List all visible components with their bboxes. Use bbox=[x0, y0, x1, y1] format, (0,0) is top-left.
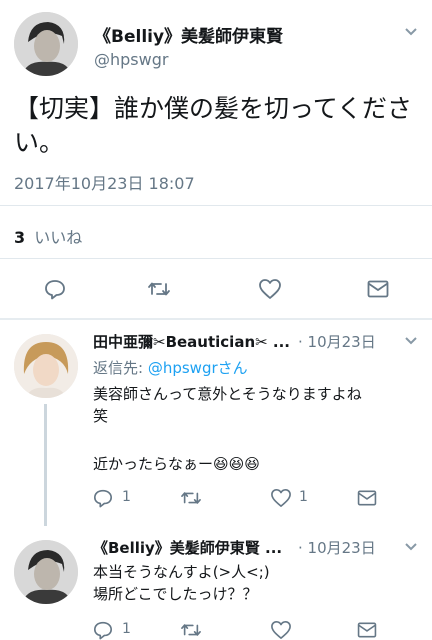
reply1-text-line3-text: 近かったらなぁー bbox=[93, 455, 214, 473]
reply1-reply-count: 1 bbox=[122, 489, 131, 505]
chevron-down-icon[interactable] bbox=[403, 24, 419, 40]
emoji-laughing-icons: 😆😆😆 bbox=[213, 455, 260, 473]
reply1-like-count: 1 bbox=[299, 489, 308, 505]
main-author-avatar[interactable] bbox=[14, 12, 78, 76]
retweet-icon[interactable] bbox=[180, 488, 202, 508]
likes-count: 3 bbox=[14, 228, 26, 247]
reply2-date: · 10月23日 bbox=[298, 539, 376, 557]
reply1-date: · 10月23日 bbox=[298, 333, 376, 351]
reply-to-handle[interactable]: @hpswgrさん bbox=[148, 359, 248, 377]
likes-label: いいね bbox=[34, 228, 83, 247]
thread-line bbox=[44, 404, 47, 526]
retweet-icon[interactable] bbox=[147, 278, 171, 300]
divider bbox=[0, 205, 432, 206]
like-icon[interactable] bbox=[258, 278, 282, 300]
retweet-icon[interactable] bbox=[180, 620, 202, 640]
reply-icon[interactable] bbox=[93, 488, 113, 508]
like-icon[interactable] bbox=[270, 620, 292, 640]
main-author-name[interactable]: 《Belliy》美髪師伊東賢 bbox=[94, 22, 283, 47]
avatar-photo-icon bbox=[14, 12, 78, 76]
main-tweet-timestamp[interactable]: 2017年10月23日 18:07 bbox=[14, 170, 195, 194]
reply2-text-line1: 本当そうなんすよ(>人<;) bbox=[93, 563, 270, 581]
reply1-author-avatar[interactable] bbox=[14, 334, 78, 398]
reply1-author-name[interactable]: 田中亜彌✂Beautician✂ ... bbox=[93, 331, 290, 352]
reply1-reply-to: 返信先: @hpswgrさん bbox=[93, 357, 248, 378]
main-author-handle[interactable]: @hpswgr bbox=[94, 50, 168, 69]
dm-icon[interactable] bbox=[367, 280, 389, 298]
dm-icon[interactable] bbox=[357, 622, 377, 638]
reply2-author-avatar[interactable] bbox=[14, 540, 78, 604]
avatar-photo-icon bbox=[14, 540, 78, 604]
reply1-text-line2: 笑 bbox=[93, 407, 109, 425]
likes-summary[interactable]: 3 いいね bbox=[14, 224, 82, 248]
chevron-down-icon[interactable] bbox=[403, 539, 419, 555]
main-tweet-text: 【切実】誰か僕の髪を切ってください。 bbox=[14, 94, 413, 157]
reply2-text-line2: 場所どこでしたっけ？？ bbox=[93, 585, 258, 603]
reply2-date-text: 10月23日 bbox=[307, 539, 376, 557]
reply2-reply-count: 1 bbox=[122, 621, 131, 637]
divider bbox=[0, 318, 432, 320]
reply-to-prefix: 返信先: bbox=[93, 359, 148, 377]
dm-icon[interactable] bbox=[357, 490, 377, 506]
reply1-text-line3: 近かったらなぁー😆😆😆 bbox=[93, 453, 260, 475]
reply1-date-text: 10月23日 bbox=[307, 333, 376, 351]
divider bbox=[0, 258, 432, 259]
reply-icon[interactable] bbox=[44, 278, 66, 300]
chevron-down-icon[interactable] bbox=[403, 333, 419, 349]
reply-icon[interactable] bbox=[93, 620, 113, 640]
reply1-text-line1: 美容師さんって意外とそうなりますよね bbox=[93, 385, 362, 403]
reply2-author-name[interactable]: 《Belliy》美髪師伊東賢 ... bbox=[93, 537, 282, 558]
like-icon[interactable] bbox=[270, 488, 292, 508]
avatar-photo-icon bbox=[14, 334, 78, 398]
